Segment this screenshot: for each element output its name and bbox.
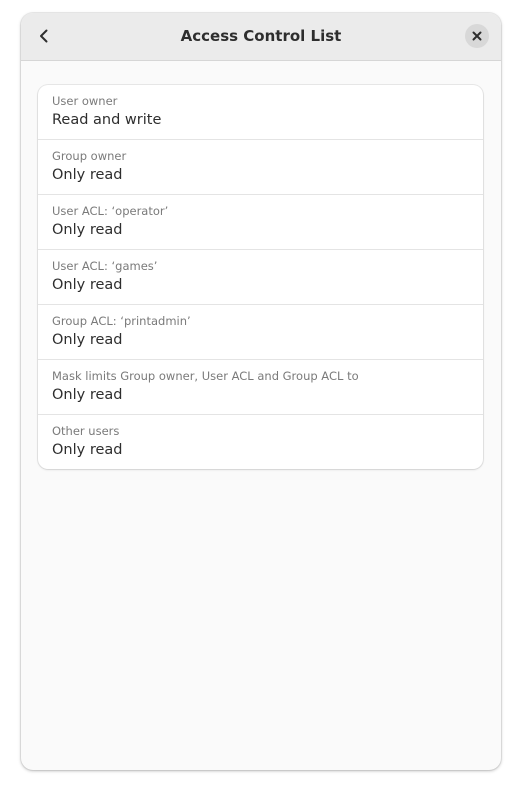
close-button[interactable] (465, 24, 489, 48)
acl-row-value: Only read (52, 332, 123, 348)
acl-row-mask: Mask limits Group owner, User ACL and Gr… (38, 360, 483, 415)
acl-row-subtitle: Group owner (52, 149, 127, 163)
acl-row-user-owner: User owner Read and write (38, 85, 483, 140)
acl-row-group-printadmin: Group ACL: ‘printadmin’ Only read (38, 305, 483, 360)
dialog-title: Access Control List (180, 27, 342, 45)
acl-row-value: Only read (52, 167, 123, 183)
acl-row-subtitle: User ACL: ‘operator’ (52, 204, 169, 218)
header-bar: Access Control List (21, 13, 501, 61)
acl-row-subtitle: Mask limits Group owner, User ACL and Gr… (52, 369, 359, 383)
acl-row-group-owner: Group owner Only read (38, 140, 483, 195)
close-icon (472, 31, 482, 41)
acl-row-value: Only read (52, 442, 123, 458)
acl-row-user-games: User ACL: ‘games’ Only read (38, 250, 483, 305)
acl-row-subtitle: User owner (52, 94, 118, 108)
acl-row-value: Only read (52, 387, 123, 403)
acl-row-user-operator: User ACL: ‘operator’ Only read (38, 195, 483, 250)
acl-row-subtitle: User ACL: ‘games’ (52, 259, 158, 273)
acl-row-subtitle: Other users (52, 424, 120, 438)
acl-row-value: Read and write (52, 112, 162, 128)
acl-row-other-users: Other users Only read (38, 415, 483, 469)
acl-row-value: Only read (52, 222, 123, 238)
acl-list: User owner Read and write Group owner On… (38, 85, 483, 469)
acl-row-value: Only read (52, 277, 123, 293)
acl-dialog-window: Access Control List User owner Read and … (21, 13, 501, 770)
acl-row-subtitle: Group ACL: ‘printadmin’ (52, 314, 191, 328)
